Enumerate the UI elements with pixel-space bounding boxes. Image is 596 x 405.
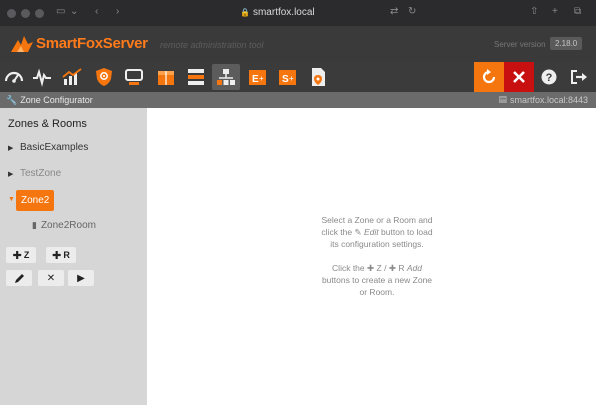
hint-text: R: [398, 263, 405, 273]
zone-label: BasicExamples: [20, 142, 89, 153]
help-icon[interactable]: ?: [534, 62, 564, 92]
plus-icon: ✚: [367, 263, 375, 273]
sidebar-toggle-icon[interactable]: ▭: [56, 6, 65, 17]
hint-add-word: Add: [406, 263, 422, 273]
pencil-icon: [14, 273, 24, 283]
door-icon: ▮: [32, 220, 37, 230]
zones-sidebar: Zones & Rooms ▶ BasicExamples ▶ TestZone…: [0, 108, 147, 405]
hint-line: Click the ✚ Z / ✚ R Add: [287, 262, 467, 274]
plus-icon: ✚: [52, 249, 62, 262]
translate-icon[interactable]: ⇄: [390, 6, 398, 17]
share-icon[interactable]: ⇧: [530, 6, 538, 17]
plus-icon: ✚: [388, 263, 396, 273]
hint-line: or Room.: [359, 287, 395, 297]
brand-subtitle: remote administration tool: [160, 40, 264, 50]
add-zone-label: Z: [23, 250, 30, 260]
analytics-icon[interactable]: [58, 64, 86, 90]
hint-text: Click the: [332, 263, 365, 273]
version-label: Server version: [494, 40, 546, 49]
extension-deploy-icon[interactable]: E +: [244, 64, 272, 90]
delete-button[interactable]: ✕: [38, 270, 64, 286]
close-icon[interactable]: [504, 62, 534, 92]
minimize-window-icon[interactable]: [21, 8, 30, 18]
pencil-icon: ✎: [354, 227, 362, 237]
dashboard-icon[interactable]: [0, 64, 28, 90]
restart-icon[interactable]: [474, 62, 504, 92]
file-icon[interactable]: [304, 64, 332, 90]
hint-line: click the ✎ Edit button to load: [287, 226, 467, 238]
room-label: Zone2Room: [40, 220, 96, 231]
tree-item-zone-selected[interactable]: Zone2: [16, 190, 55, 211]
caret-right-icon[interactable]: ▶: [8, 144, 14, 152]
add-hint: Click the ✚ Z / ✚ R Add buttons to creat…: [287, 262, 467, 298]
hint-edit-word: Edit: [364, 227, 379, 237]
caret-right-icon[interactable]: ▶: [8, 170, 14, 178]
activate-button[interactable]: ▶: [68, 270, 94, 286]
add-zone-button[interactable]: ✚ Z: [6, 247, 36, 263]
hint-line: Select a Zone or a Room and: [321, 215, 433, 225]
tree-item-zone[interactable]: ▶ TestZone: [8, 168, 61, 179]
svg-text:+: +: [259, 74, 264, 83]
svg-text:S: S: [282, 74, 289, 85]
address-bar[interactable]: 🔒 smartfox.local: [240, 7, 315, 18]
tab-overview-icon[interactable]: ⧉: [574, 6, 581, 17]
fox-logo-icon: [11, 36, 33, 52]
monitor-icon[interactable]: [28, 64, 56, 90]
configuration-panel: Select a Zone or a Room and click the ✎ …: [147, 108, 596, 405]
hint-line: its configuration settings.: [330, 239, 424, 249]
brand-name: SmartFoxServer: [36, 35, 148, 52]
zoom-window-icon[interactable]: [35, 8, 44, 18]
server-deploy-icon[interactable]: S +: [274, 64, 302, 90]
hint-text: click the: [321, 227, 353, 237]
lock-icon: 🔒: [240, 8, 250, 17]
console-icon[interactable]: [120, 64, 148, 90]
back-icon[interactable]: ‹: [95, 6, 98, 17]
module-toolbar: E + S + ?: [0, 62, 596, 92]
app-header: SmartFoxServer remote administration too…: [0, 26, 596, 62]
sidebar-title: Zones & Rooms: [8, 118, 87, 130]
section-title: Zone Configurator: [20, 95, 93, 105]
chevron-down-icon[interactable]: ⌄: [70, 6, 78, 17]
zone-label: TestZone: [20, 168, 62, 179]
edit-hint: Select a Zone or a Room and click the ✎ …: [287, 214, 467, 250]
zone-configurator-icon[interactable]: [212, 64, 240, 90]
hint-text: Z /: [376, 263, 387, 273]
tree-item-zone[interactable]: ▶ BasicExamples: [8, 142, 88, 153]
server-config-icon[interactable]: [90, 64, 118, 90]
forward-icon[interactable]: ›: [116, 6, 119, 17]
svg-text:+: +: [289, 74, 294, 83]
logout-icon[interactable]: [564, 62, 594, 92]
wrench-icon: 🔧: [6, 94, 18, 105]
tree-item-room[interactable]: ▮ Zone2Room: [32, 220, 96, 231]
admin-box-icon[interactable]: [152, 64, 180, 90]
server-status-icon: ▤: [498, 94, 507, 104]
browser-toolbar: ▭ ⌄ ‹ › 🔒 smartfox.local ⇄ ↻ ⇧ + ⧉: [0, 0, 596, 26]
close-window-icon[interactable]: [7, 8, 16, 18]
add-room-button[interactable]: ✚ R: [46, 247, 76, 263]
add-room-label: R: [63, 250, 70, 260]
server-icon[interactable]: [182, 64, 210, 90]
hint-text: button to load: [381, 227, 433, 237]
close-icon: ✕: [46, 272, 56, 284]
svg-text:E: E: [252, 74, 259, 85]
svg-text:?: ?: [546, 72, 553, 84]
reload-icon[interactable]: ↻: [408, 6, 416, 17]
url-text: smartfox.local: [252, 7, 315, 18]
server-address: smartfox.local:8443: [509, 94, 588, 105]
edit-button[interactable]: [6, 270, 32, 286]
play-icon: ▶: [77, 272, 85, 284]
section-bar: 🔧 Zone Configurator ▤ smartfox.local:844…: [0, 92, 596, 108]
caret-down-icon[interactable]: ▼: [8, 196, 15, 203]
hint-line: buttons to create a new Zone: [321, 275, 433, 285]
window-controls[interactable]: [7, 8, 44, 18]
new-tab-icon[interactable]: +: [552, 6, 558, 17]
version-badge: 2.18.0: [550, 37, 583, 50]
plus-icon: ✚: [12, 249, 22, 262]
